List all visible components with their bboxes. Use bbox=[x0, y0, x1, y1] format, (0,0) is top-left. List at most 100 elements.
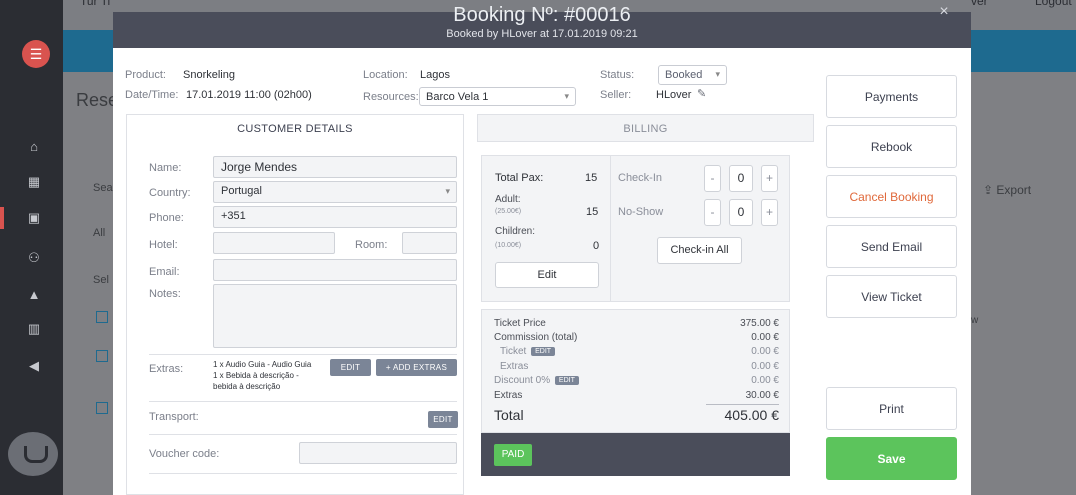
hotel-label: Hotel: bbox=[149, 239, 178, 251]
extras-label: Extras: bbox=[149, 363, 184, 375]
noshow-value[interactable]: 0 bbox=[729, 199, 753, 226]
export-button[interactable]: ⇪ Export bbox=[983, 183, 1031, 197]
email-field[interactable] bbox=[213, 259, 457, 281]
extras-row: Extras 30.00 € bbox=[494, 390, 779, 401]
add-extras-button[interactable]: + ADD EXTRAS bbox=[376, 359, 457, 376]
noshow-minus-button[interactable]: - bbox=[704, 199, 721, 226]
total-pax-label: Total Pax: bbox=[495, 172, 544, 184]
country-select[interactable]: Portugal ▾ bbox=[213, 181, 457, 203]
ticket-price-row: Ticket Price 375.00 € bbox=[494, 318, 779, 329]
transport-edit-button[interactable]: EDIT bbox=[428, 411, 458, 428]
total-label: Total bbox=[494, 407, 524, 423]
commission-value: 0.00 € bbox=[751, 332, 779, 343]
noshow-plus-button[interactable]: + bbox=[761, 199, 778, 226]
datetime-label: Date/Time: bbox=[125, 89, 179, 101]
chat-launcher-icon[interactable] bbox=[8, 432, 58, 476]
tab-billing[interactable]: BILLING bbox=[477, 114, 814, 142]
phone-field[interactable]: +351 bbox=[213, 206, 457, 228]
view-ticket-button[interactable]: View Ticket bbox=[826, 275, 957, 318]
room-field[interactable] bbox=[402, 232, 457, 254]
logout-link[interactable]: Logout bbox=[1035, 0, 1072, 8]
noshow-label: No-Show bbox=[618, 206, 664, 218]
select-partial: Sel bbox=[93, 274, 109, 286]
status-value: Booked bbox=[665, 69, 703, 81]
name-field[interactable]: Jorge Mendes bbox=[213, 156, 457, 178]
column-partial: w bbox=[971, 315, 979, 326]
resources-value: Barco Vela 1 bbox=[426, 91, 489, 103]
adult-value: 15 bbox=[586, 206, 599, 218]
booking-modal: Booking Nº: #00016 Booked by HLover at 1… bbox=[113, 4, 971, 495]
discount-label: Discount 0% bbox=[494, 375, 551, 386]
children-value: 0 bbox=[593, 240, 600, 252]
row-checkbox[interactable] bbox=[96, 311, 108, 323]
notes-label: Notes: bbox=[149, 288, 181, 300]
extras-commission-label: Extras bbox=[500, 361, 529, 372]
commission-label: Commission (total) bbox=[494, 332, 578, 343]
product-value: Snorkeling bbox=[183, 69, 235, 81]
children-label: Children: bbox=[495, 226, 536, 237]
checkin-plus-button[interactable]: + bbox=[761, 165, 778, 192]
close-icon[interactable]: × bbox=[936, 4, 952, 20]
save-button[interactable]: Save bbox=[826, 437, 957, 480]
topbar-partial-text: Tur Ti bbox=[80, 0, 111, 8]
checkin-all-button[interactable]: Check-in All bbox=[657, 237, 742, 264]
resources-select[interactable]: Barco Vela 1 ▾ bbox=[419, 87, 576, 106]
modal-subtitle: Booked by HLover at 17.01.2019 09:21 bbox=[446, 28, 638, 40]
extras-item: 1 x Audio Guia - Audio Guia bbox=[213, 360, 312, 369]
warehouse-icon[interactable]: ▲ bbox=[26, 287, 42, 303]
seller-label: Seller: bbox=[600, 89, 632, 101]
status-select[interactable]: Booked ▾ bbox=[658, 65, 727, 85]
divider bbox=[149, 434, 457, 435]
transport-label: Transport: bbox=[149, 411, 199, 423]
divider bbox=[149, 354, 457, 355]
adult-label: Adult: bbox=[495, 194, 521, 205]
ticket-commission-edit[interactable]: EDIT bbox=[531, 346, 556, 356]
calendar-icon[interactable]: ▦ bbox=[26, 174, 42, 190]
row-checkbox[interactable] bbox=[96, 350, 108, 362]
users-icon[interactable]: ⚇ bbox=[26, 250, 42, 266]
seller-value: HLover bbox=[656, 89, 692, 101]
checkin-label: Check-In bbox=[618, 172, 663, 184]
print-button[interactable]: Print bbox=[826, 387, 957, 430]
name-label: Name: bbox=[149, 162, 182, 174]
payment-status-bar: PAID bbox=[481, 433, 790, 476]
megaphone-icon[interactable]: ◀ bbox=[26, 358, 42, 374]
resources-label: Resources: bbox=[363, 91, 419, 103]
discount-value: 0.00 € bbox=[751, 375, 779, 386]
home-icon[interactable]: ⌂ bbox=[26, 139, 42, 155]
pax-panel: Total Pax: 15 Adult: (25.00€) 15 Childre… bbox=[481, 155, 790, 302]
children-price: (10.00€) bbox=[495, 242, 522, 249]
clipboard-icon[interactable]: ▣ bbox=[26, 210, 42, 226]
extras-item: bebida à descrição bbox=[213, 382, 281, 391]
voucher-label: Voucher code: bbox=[149, 448, 220, 460]
product-label: Product: bbox=[125, 69, 166, 81]
pencil-icon[interactable]: ✎ bbox=[697, 87, 706, 100]
app-logo[interactable]: ☰ bbox=[22, 40, 50, 68]
pax-edit-button[interactable]: Edit bbox=[495, 262, 599, 288]
pricing-panel: Ticket Price 375.00 € Commission (total)… bbox=[481, 309, 790, 433]
search-partial[interactable]: Sea bbox=[93, 182, 113, 194]
total-pax-value: 15 bbox=[585, 172, 598, 184]
filter-all-partial[interactable]: All bbox=[93, 227, 105, 239]
checkin-minus-button[interactable]: - bbox=[704, 165, 721, 192]
extras-edit-button[interactable]: EDIT bbox=[330, 359, 371, 376]
rebook-button[interactable]: Rebook bbox=[826, 125, 957, 168]
total-row: Total 405.00 € bbox=[494, 407, 779, 423]
ticket-commission-row: Ticket EDIT 0.00 € bbox=[494, 346, 779, 357]
tab-customer-details[interactable]: CUSTOMER DETAILS bbox=[126, 114, 464, 142]
total-divider bbox=[706, 404, 779, 405]
row-checkbox[interactable] bbox=[96, 402, 108, 414]
cancel-booking-button[interactable]: Cancel Booking bbox=[826, 175, 957, 218]
voucher-field[interactable] bbox=[299, 442, 457, 464]
country-value: Portugal bbox=[221, 185, 262, 197]
email-label: Email: bbox=[149, 266, 180, 278]
notes-textarea[interactable] bbox=[213, 284, 457, 348]
payments-button[interactable]: Payments bbox=[826, 75, 957, 118]
country-label: Country: bbox=[149, 187, 191, 199]
ticket-commission-value: 0.00 € bbox=[751, 346, 779, 357]
checkin-value[interactable]: 0 bbox=[729, 165, 753, 192]
discount-edit[interactable]: EDIT bbox=[554, 375, 579, 385]
hotel-field[interactable] bbox=[213, 232, 335, 254]
send-email-button[interactable]: Send Email bbox=[826, 225, 957, 268]
chart-icon[interactable]: ▥ bbox=[26, 321, 42, 337]
